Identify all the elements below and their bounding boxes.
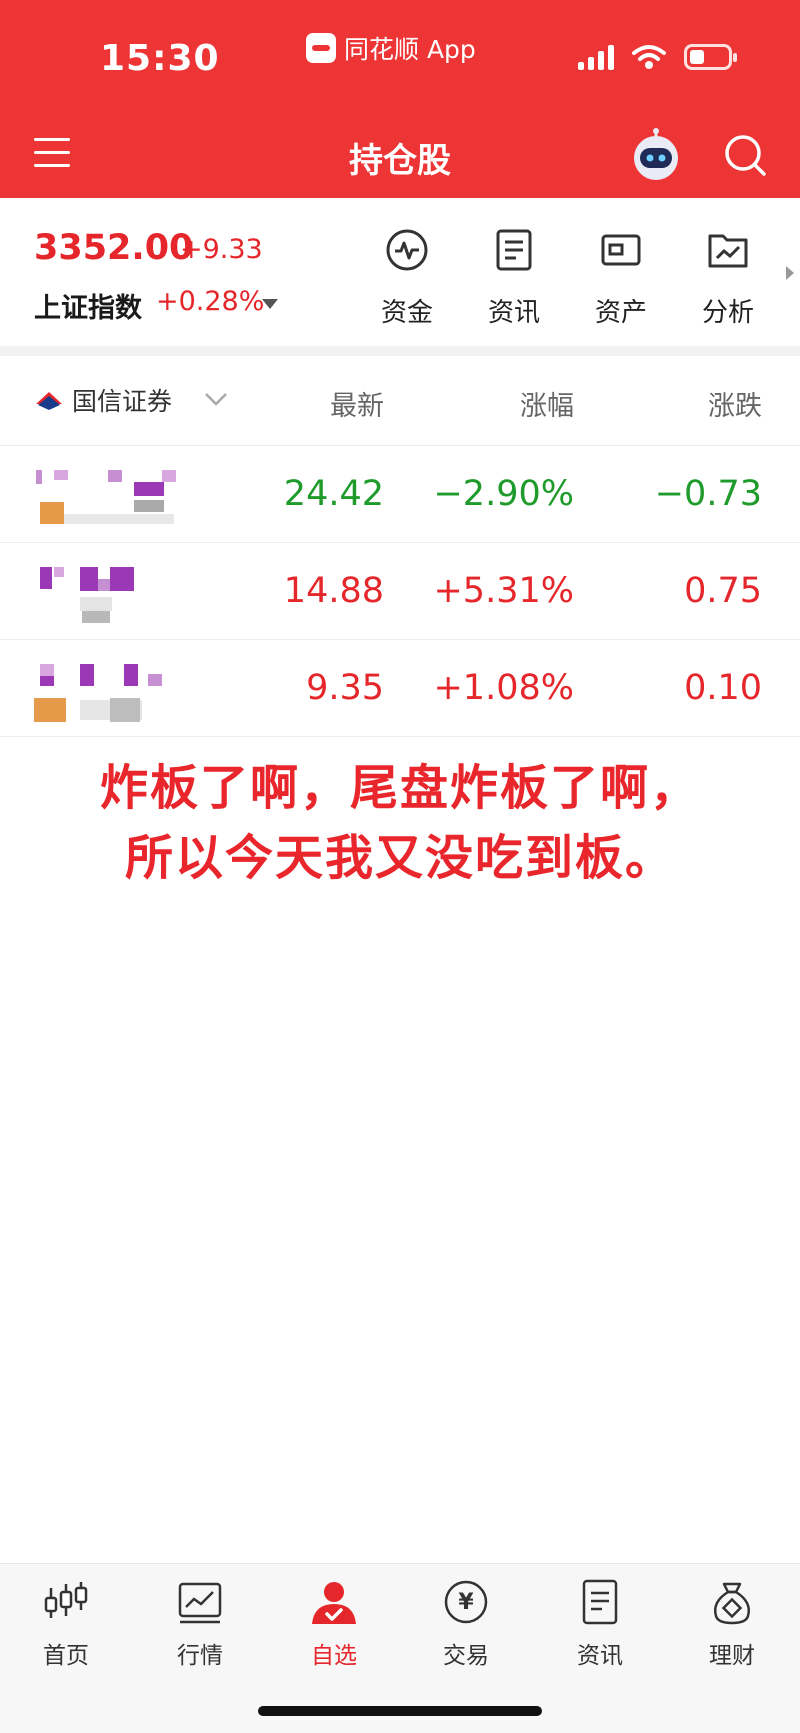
quick-analysis[interactable]: 分析 [678, 228, 778, 329]
col-latest[interactable]: 最新 [300, 384, 384, 423]
broker-name[interactable]: 国信证券 [72, 382, 172, 418]
latest-price: 14.88 [283, 571, 384, 611]
quick-news[interactable]: 资讯 [464, 228, 564, 329]
source-app-label: 同花顺 App [344, 35, 476, 64]
holding-row[interactable]: 24.42 −2.90% −0.73 [0, 446, 800, 543]
tab-trade[interactable]: ¥ 交易 [406, 1578, 526, 1670]
holdings-header: 国信证券 最新 涨幅 涨跌 [0, 356, 800, 446]
latest-price: 24.42 [283, 474, 384, 514]
status-icons [578, 44, 737, 70]
change-pct: +5.31% [433, 571, 574, 611]
latest-price: 9.35 [306, 668, 384, 708]
index-ticker[interactable]: 3352.00 +9.33 上证指数 +0.28% 资金 资讯 资产 分析 [0, 198, 800, 346]
cellular-signal-icon [578, 44, 614, 70]
user-check-icon [312, 1582, 356, 1624]
col-pct[interactable]: 涨幅 [490, 384, 574, 423]
market-chart-icon [178, 1582, 222, 1624]
news-doc-icon [496, 229, 532, 271]
quick-fund-label: 资金 [380, 298, 433, 328]
yen-icon: ¥ [444, 1580, 488, 1624]
source-app-indicator[interactable]: 同花顺 App [306, 30, 476, 66]
tab-home-label: 首页 [43, 1643, 89, 1669]
svg-text:¥: ¥ [458, 1590, 474, 1615]
news-doc-icon [582, 1579, 618, 1625]
quick-assets-label: 资产 [594, 298, 647, 328]
quick-assets[interactable]: 资产 [571, 228, 671, 329]
wallet-icon [601, 234, 641, 266]
change-value: 0.10 [684, 668, 762, 708]
app-badge-icon [306, 33, 336, 63]
tab-wealth[interactable]: 理财 [672, 1578, 792, 1670]
change-value: 0.75 [684, 571, 762, 611]
analysis-folder-icon [708, 234, 748, 268]
pixelated-stock-name [34, 658, 194, 722]
tab-watchlist[interactable]: 自选 [274, 1578, 394, 1670]
tab-news[interactable]: 资讯 [540, 1578, 660, 1670]
col-change[interactable]: 涨跌 [678, 384, 762, 423]
tab-watchlist-label: 自选 [311, 1643, 357, 1669]
top-header: 15:30 同花顺 App 持仓股 [0, 0, 800, 198]
tab-trade-label: 交易 [443, 1643, 489, 1669]
battery-icon [684, 44, 737, 70]
tab-market[interactable]: 行情 [140, 1578, 260, 1670]
candlestick-icon [44, 1582, 88, 1618]
quick-analysis-label: 分析 [701, 298, 754, 328]
search-icon[interactable] [722, 132, 768, 178]
status-time: 15:30 [100, 38, 220, 79]
index-pct: +0.28% [156, 286, 265, 317]
index-price: 3352.00 [34, 228, 194, 268]
caption-line-2: 所以今天我又没吃到板。 [124, 830, 675, 886]
section-divider [0, 346, 800, 356]
broker-logo-icon [36, 392, 62, 410]
tab-home[interactable]: 首页 [6, 1578, 126, 1670]
change-pct: −2.90% [433, 474, 574, 514]
money-bag-icon [714, 1582, 750, 1625]
change-value: −0.73 [654, 474, 762, 514]
holding-row[interactable]: 9.35 +1.08% 0.10 [0, 640, 800, 737]
pixelated-stock-name [34, 464, 194, 526]
caption-line-1: 炸板了啊，尾盘炸板了啊， [99, 760, 700, 816]
wifi-icon [632, 45, 666, 69]
home-indicator[interactable] [258, 1706, 542, 1716]
index-change: +9.33 [180, 234, 263, 265]
robot-assistant-icon[interactable] [628, 128, 684, 184]
quick-fund[interactable]: 资金 [357, 228, 457, 329]
change-pct: +1.08% [433, 668, 574, 708]
index-name: 上证指数 [34, 293, 142, 324]
quick-news-label: 资讯 [487, 298, 540, 328]
index-dropdown-icon[interactable] [262, 299, 278, 309]
scroll-right-icon[interactable] [786, 266, 794, 280]
holding-row[interactable]: 14.88 +5.31% 0.75 [0, 543, 800, 640]
tab-wealth-label: 理财 [709, 1643, 755, 1669]
tab-market-label: 行情 [177, 1643, 223, 1669]
pixelated-stock-name [34, 561, 194, 623]
chevron-down-icon[interactable] [204, 392, 228, 406]
fund-flow-icon [386, 229, 428, 271]
app-screen: 15:30 同花顺 App 持仓股 3352.00 +9.33 上证指数 +0.… [0, 0, 800, 1733]
tab-news-label: 资讯 [577, 1643, 623, 1669]
